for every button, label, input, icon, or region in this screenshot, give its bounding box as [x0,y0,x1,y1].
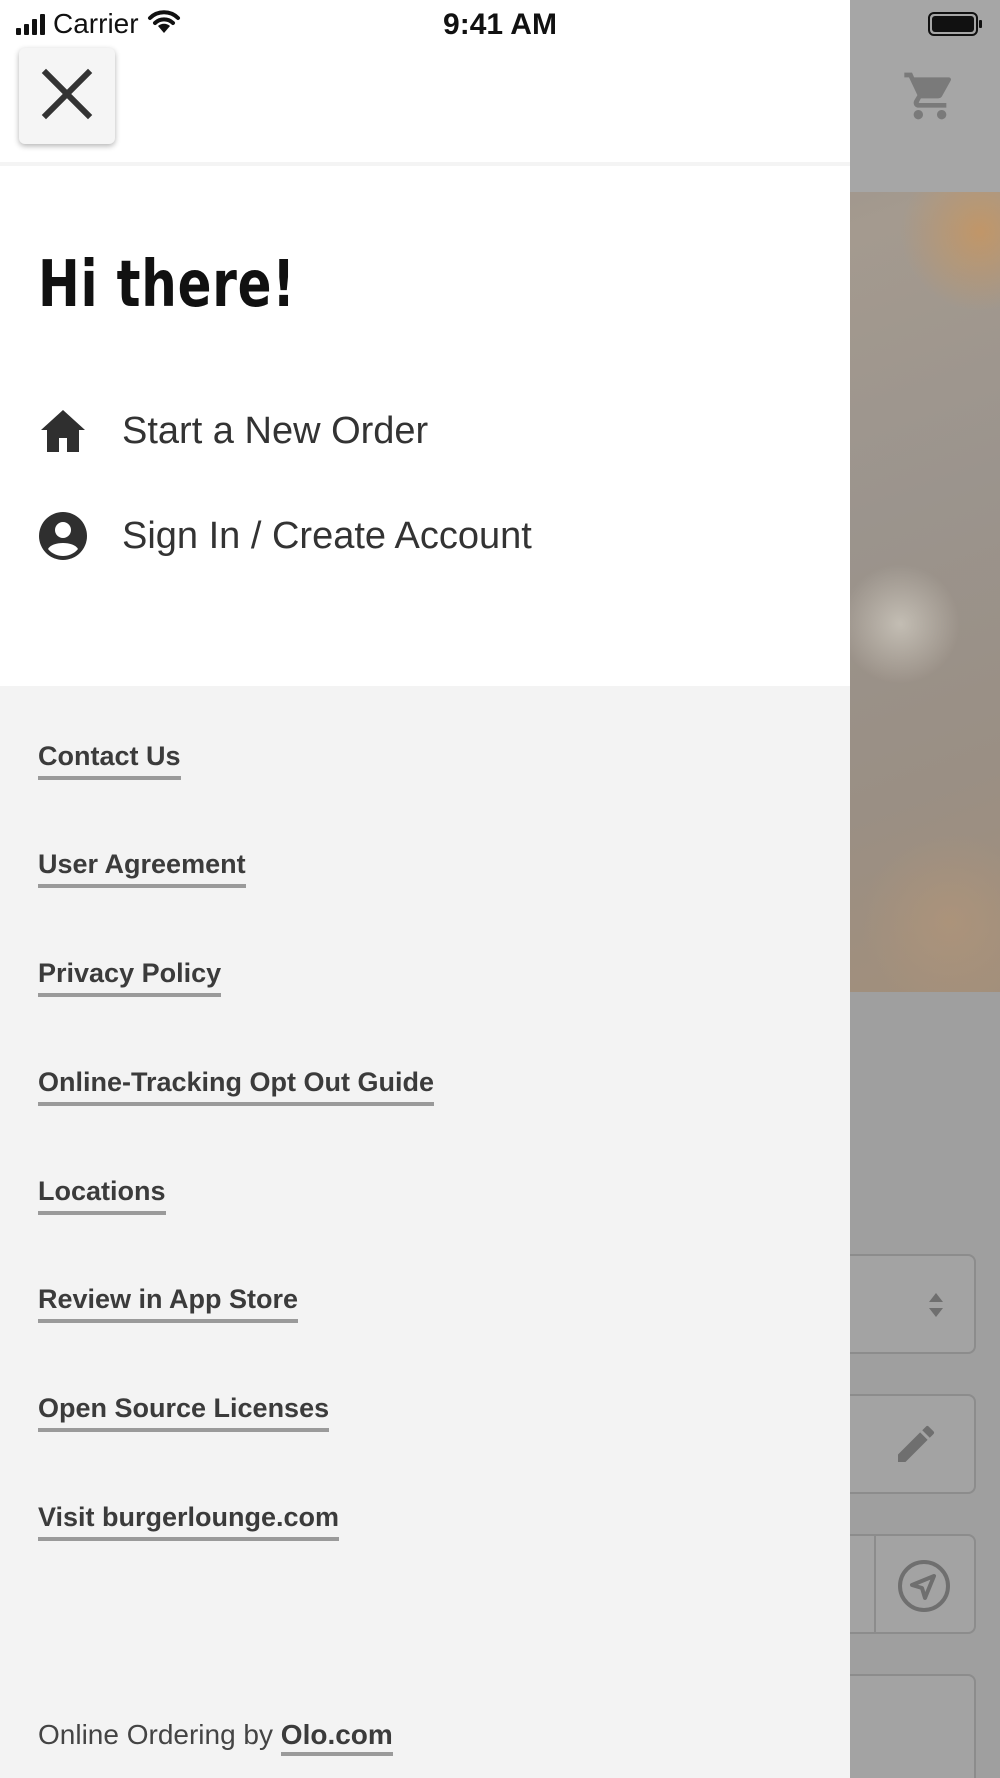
footer-prefix: Online Ordering by [38,1719,274,1750]
navigation-arrow-icon [896,1558,952,1619]
cart-icon[interactable] [900,68,960,124]
close-button[interactable] [19,48,115,144]
status-bar: Carrier 9:41 AM [0,0,1000,52]
start-new-order-item[interactable]: Start a New Order [38,406,428,456]
pencil-icon [892,1420,940,1473]
user-agreement-link[interactable]: User Agreement [38,848,246,888]
status-time: 9:41 AM [443,8,557,41]
contact-us-link[interactable]: Contact Us [38,740,181,780]
side-drawer: Hi there! Start a New Order Sign In / Cr… [0,0,850,1778]
open-source-licenses-link[interactable]: Open Source Licenses [38,1392,330,1432]
greeting-heading: Hi there! [38,248,296,322]
close-icon [40,67,94,126]
opt-out-guide-link[interactable]: Online-Tracking Opt Out Guide [38,1066,435,1106]
sign-in-label: Sign In / Create Account [122,514,532,557]
home-icon [38,406,88,456]
olo-link[interactable]: Olo.com [280,1719,393,1756]
locations-link[interactable]: Locations [38,1175,166,1215]
sign-in-item[interactable]: Sign In / Create Account [38,511,532,561]
start-new-order-label: Start a New Order [122,409,429,452]
account-circle-icon [38,511,88,561]
visit-website-link[interactable]: Visit burgerlounge.com [38,1501,340,1541]
battery-icon [928,12,984,36]
review-app-store-link[interactable]: Review in App Store [38,1283,299,1323]
footer-credit: Online Ordering by Olo.com [38,1718,393,1756]
privacy-policy-link[interactable]: Privacy Policy [38,957,222,997]
sort-arrows-icon [926,1290,946,1325]
